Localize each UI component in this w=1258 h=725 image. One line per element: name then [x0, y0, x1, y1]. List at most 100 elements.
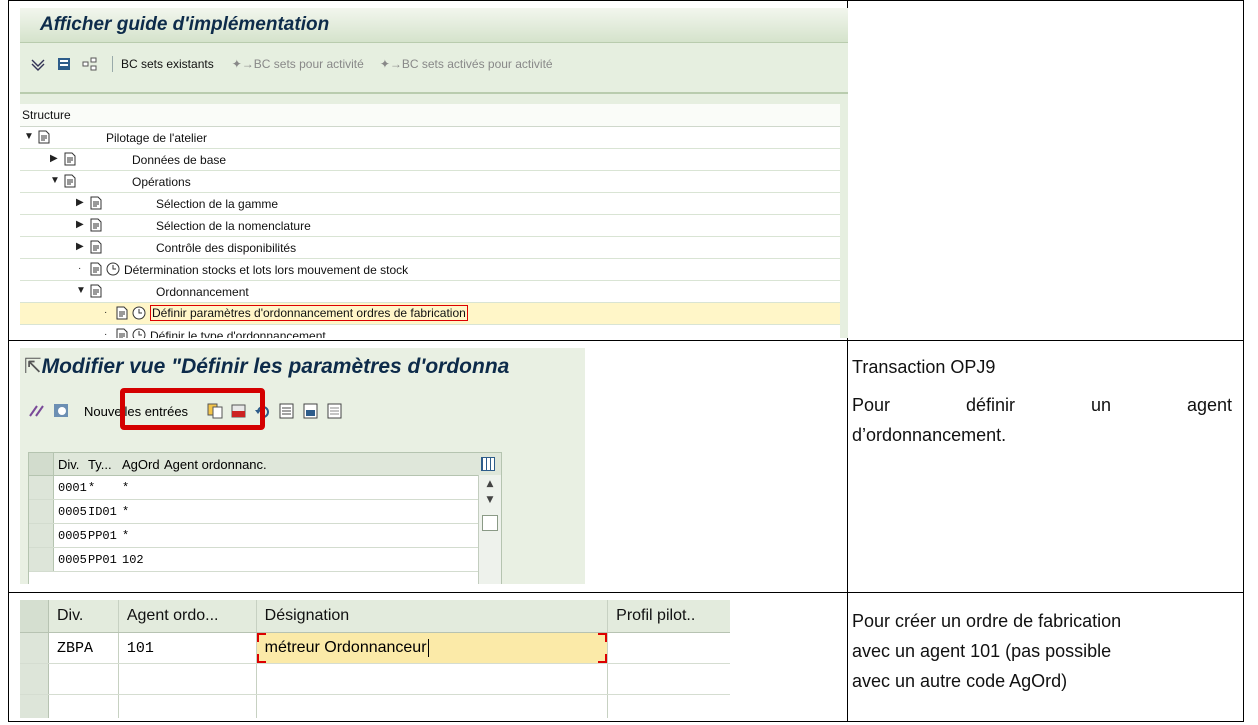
expand-arrow-icon[interactable]: ▶: [76, 241, 84, 252]
col-designation[interactable]: Désignation: [257, 600, 609, 632]
display-change-icon[interactable]: [52, 402, 72, 420]
tree-node[interactable]: ▶ Contrôle des disponibilités: [20, 237, 840, 259]
tree-label: Opérations: [132, 175, 191, 189]
table-row[interactable]: 0005 PP01 102: [29, 548, 501, 572]
collapse-arrow-icon[interactable]: ▼: [50, 175, 60, 186]
empty-cell[interactable]: [608, 664, 730, 694]
note-create-line1: Pour créer un ordre de fabrication: [852, 611, 1122, 631]
row-selector[interactable]: [29, 548, 54, 571]
col-div[interactable]: Div.: [49, 600, 119, 632]
empty-cell[interactable]: [49, 664, 119, 694]
structure-tree: Structure ▼ Pilotage de l'atelier ▶ Donn…: [20, 104, 840, 338]
vertical-scrollbar[interactable]: ▲ ▼: [478, 475, 501, 584]
row-selector[interactable]: [20, 664, 49, 694]
execute-clock-icon[interactable]: [132, 328, 146, 338]
empty-cell[interactable]: [257, 695, 609, 718]
bc-sets-pour-activite-button[interactable]: ✦→BC sets pour activité: [232, 57, 364, 71]
execute-clock-icon[interactable]: [106, 262, 120, 276]
cell: 0005: [58, 528, 87, 543]
cell: *: [88, 480, 96, 495]
doc-icon: [38, 130, 50, 144]
note-word: Pour: [852, 395, 891, 415]
col-type[interactable]: Ty...: [88, 457, 122, 472]
edit-glasses-icon[interactable]: [28, 402, 48, 420]
row-selector[interactable]: [20, 633, 49, 663]
table-row[interactable]: 0005 ID01 *: [29, 500, 501, 524]
leaf-dot-icon: ·: [78, 263, 82, 274]
note-agent-line: Pour définir un agent: [852, 390, 1232, 420]
select-block-icon[interactable]: [302, 402, 320, 420]
collapse-arrow-icon[interactable]: ▼: [76, 285, 86, 296]
col-agord[interactable]: AgOrd: [122, 457, 164, 472]
structure-header: Structure: [20, 104, 840, 127]
cell-div[interactable]: ZBPA: [49, 633, 119, 663]
col-agent[interactable]: Agent ordonnanc.: [164, 457, 267, 472]
tree-node[interactable]: ▼ Ordonnancement: [20, 281, 840, 303]
select-all-icon[interactable]: [278, 402, 296, 420]
cell: ID01: [88, 504, 117, 519]
row-selector[interactable]: [29, 476, 54, 499]
expand-arrow-icon[interactable]: ▶: [50, 153, 58, 164]
note-create-line3: avec un autre code AgOrd): [852, 671, 1068, 691]
tree-node[interactable]: · Détermination stocks et lots lors mouv…: [20, 259, 840, 281]
tree-node[interactable]: ▼ Opérations: [20, 171, 840, 193]
cell: PP01: [88, 528, 117, 543]
tree-node[interactable]: ▶ Données de base: [20, 149, 840, 171]
tree-label: Ordonnancement: [156, 285, 249, 299]
bc-sets-actives-button[interactable]: ✦→BC sets activés pour activité: [380, 57, 553, 71]
cell: PP01: [88, 552, 117, 567]
tree-node[interactable]: ▶ Sélection de la gamme: [20, 193, 840, 215]
row-selector[interactable]: [20, 695, 49, 718]
tree-node[interactable]: · Définir le type d'ordonnancement: [20, 325, 840, 338]
tree-label: Données de base: [132, 153, 227, 167]
table-row[interactable]: ZBPA 101 métreur Ordonnanceur: [20, 633, 730, 664]
table-row[interactable]: 0001 * *: [29, 476, 501, 500]
designation-input[interactable]: métreur Ordonnanceur: [256, 633, 609, 663]
expand-arrow-icon[interactable]: ▶: [76, 197, 84, 208]
doc-icon: [116, 306, 128, 320]
table-row-empty[interactable]: [20, 695, 730, 718]
column-settings-icon[interactable]: [481, 457, 495, 471]
tree-icon[interactable]: [82, 57, 98, 71]
row-selector[interactable]: [29, 500, 54, 523]
note-transaction: Transaction OPJ9: [852, 357, 996, 377]
bc-sets-existants-button[interactable]: BC sets existants: [121, 57, 214, 71]
select-all-cell[interactable]: [20, 600, 49, 632]
doc-icon: [116, 328, 128, 338]
col-profil[interactable]: Profil pilot..: [608, 600, 730, 632]
implementation-guide-screenshot: Afficher guide d'implémentation BC sets …: [20, 8, 848, 338]
cell: *: [122, 504, 130, 519]
cell: 0001: [58, 480, 87, 495]
tree-node[interactable]: ▼ Pilotage de l'atelier: [20, 127, 840, 149]
doc-icon: [90, 196, 102, 210]
scroll-up-icon[interactable]: ▲: [479, 479, 501, 489]
select-all-cell[interactable]: [29, 453, 54, 475]
empty-cell[interactable]: [257, 664, 609, 694]
scroll-thumb[interactable]: [482, 515, 498, 531]
cell-agent[interactable]: 101: [119, 633, 257, 663]
col-agent[interactable]: Agent ordo...: [119, 600, 257, 632]
separator: [20, 92, 848, 94]
expand-arrow-icon[interactable]: ▶: [76, 219, 84, 230]
row-selector[interactable]: [29, 524, 54, 547]
deselect-icon[interactable]: [326, 402, 344, 420]
doc-icon: [90, 240, 102, 254]
table-row-empty[interactable]: [20, 664, 730, 695]
cell: 0005: [58, 552, 87, 567]
cell-profil[interactable]: [608, 633, 730, 663]
document-icon[interactable]: [56, 57, 72, 71]
tree-node[interactable]: ▶ Sélection de la nomenclature: [20, 215, 840, 237]
col-div[interactable]: Div.: [54, 457, 88, 472]
execute-clock-icon[interactable]: [132, 306, 146, 320]
collapse-arrow-icon[interactable]: ▼: [24, 131, 34, 142]
empty-cell[interactable]: [119, 695, 257, 718]
empty-cell[interactable]: [608, 695, 730, 718]
tree-label: Contrôle des disponibilités: [156, 241, 297, 255]
table-row[interactable]: 0005 PP01 *: [29, 524, 501, 548]
scroll-down-icon[interactable]: ▼: [479, 495, 501, 505]
note-word: définir: [965, 395, 1016, 415]
expand-icon[interactable]: [30, 57, 46, 71]
empty-cell[interactable]: [49, 695, 119, 718]
empty-cell[interactable]: [119, 664, 257, 694]
tree-node-selected[interactable]: · Définir paramètres d'ordonnancement or…: [20, 303, 840, 325]
